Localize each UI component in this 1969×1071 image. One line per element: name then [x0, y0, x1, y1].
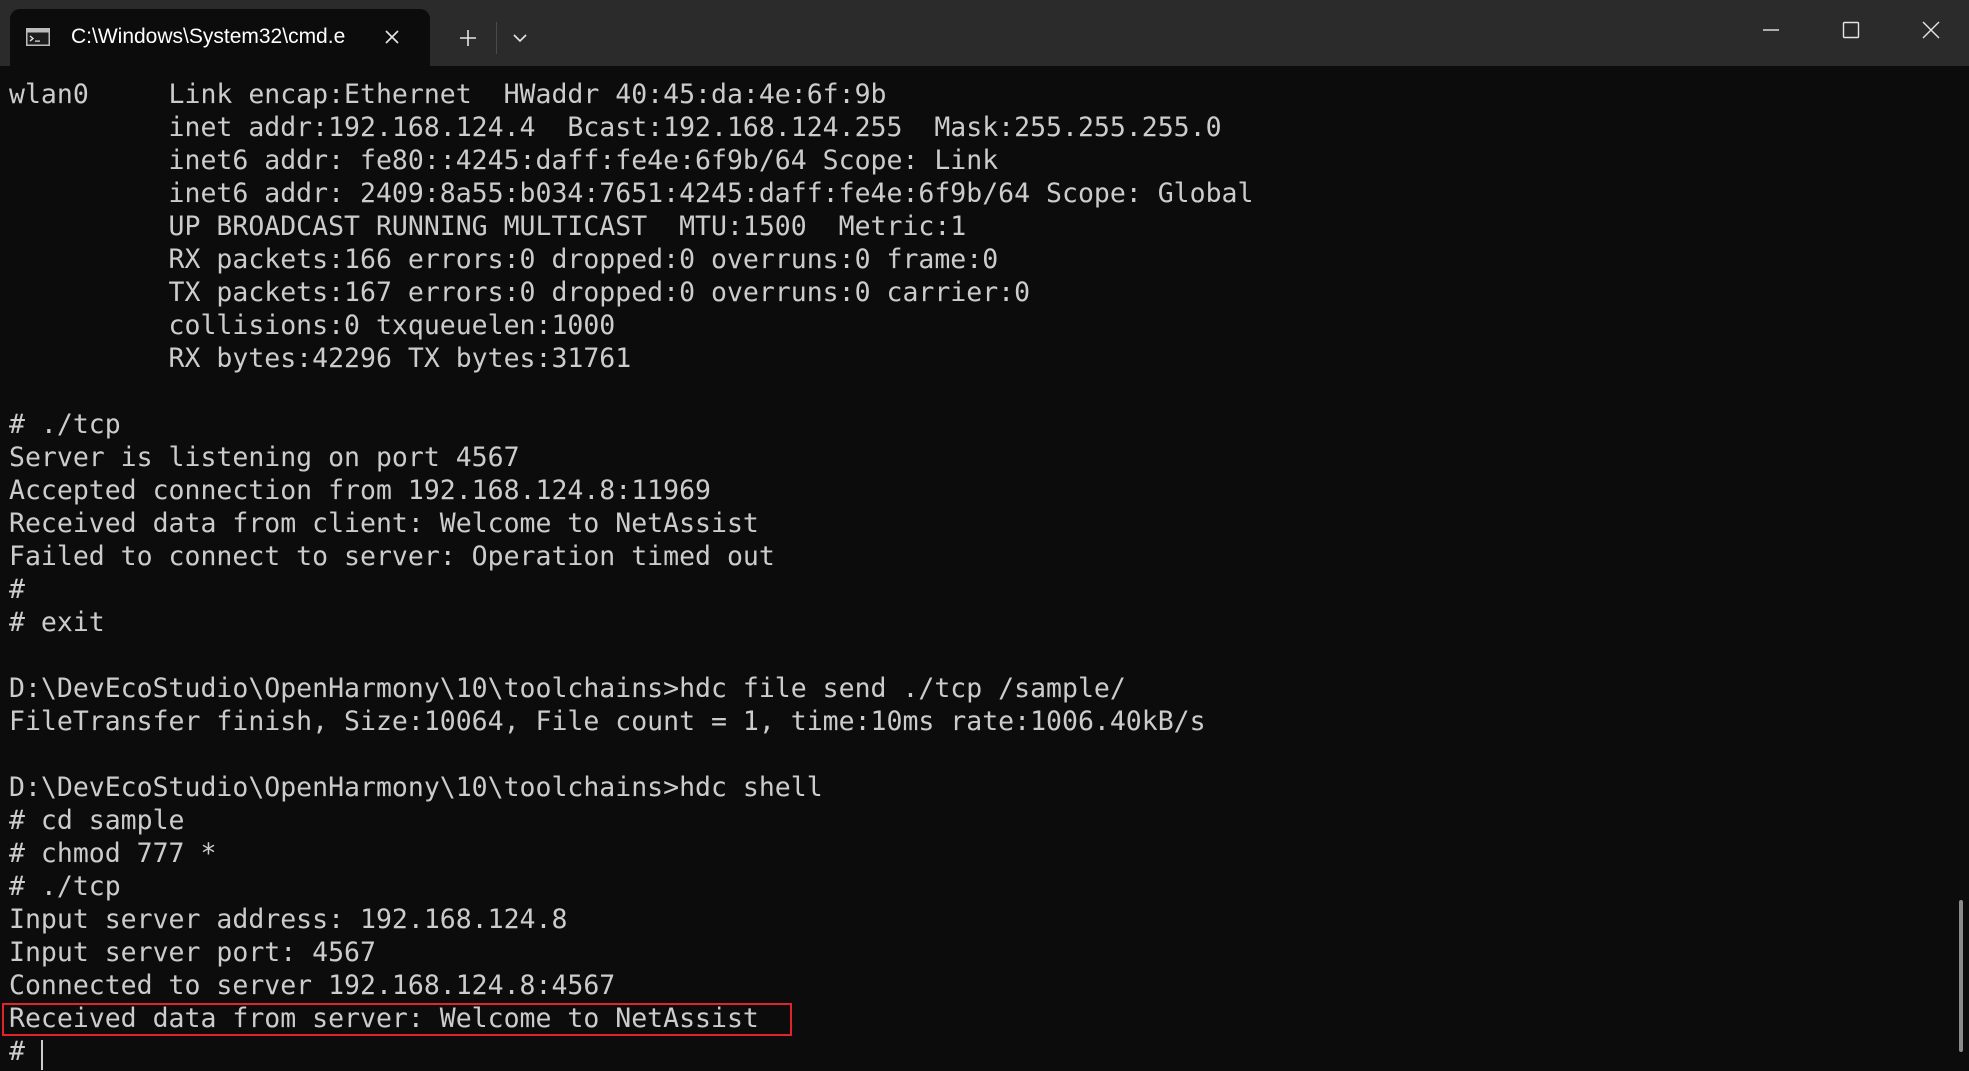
title-bar[interactable]: C:\Windows\System32\cmd.e: [0, 0, 1969, 66]
console-line: TX packets:167 errors:0 dropped:0 overru…: [9, 276, 1031, 308]
close-window-button[interactable]: [1891, 0, 1969, 60]
console-line: Server is listening on port 4567: [9, 441, 520, 473]
scrollbar-thumb[interactable]: [1959, 900, 1963, 1052]
console-line: Failed to connect to server: Operation t…: [9, 540, 775, 572]
console-line: collisions:0 txqueuelen:1000: [9, 309, 616, 341]
console-line: D:\DevEcoStudio\OpenHarmony\10\toolchain…: [9, 771, 823, 803]
console-line: #: [9, 1035, 41, 1067]
tab-cmd[interactable]: C:\Windows\System32\cmd.e: [10, 9, 430, 66]
text-cursor: [41, 1040, 43, 1070]
console-line: inet6 addr: fe80::4245:daff:fe4e:6f9b/64…: [9, 144, 999, 176]
console-output[interactable]: wlan0 Link encap:Ethernet HWaddr 40:45:d…: [0, 66, 1950, 1071]
console-line: wlan0 Link encap:Ethernet HWaddr 40:45:d…: [9, 78, 887, 110]
console-line: Received data from client: Welcome to Ne…: [9, 507, 759, 539]
console-line: UP BROADCAST RUNNING MULTICAST MTU:1500 …: [9, 210, 967, 242]
console-line: # ./tcp: [9, 870, 121, 902]
close-icon[interactable]: [380, 25, 404, 49]
maximize-icon: [1842, 21, 1860, 39]
console-line: inet6 addr: 2409:8a55:b034:7651:4245:daf…: [9, 177, 1254, 209]
minimize-button[interactable]: [1731, 0, 1811, 60]
maximize-button[interactable]: [1811, 0, 1891, 60]
terminal-window: C:\Windows\System32\cmd.e wlan0 Link enc…: [0, 0, 1969, 1071]
console-line: RX packets:166 errors:0 dropped:0 overru…: [9, 243, 999, 275]
console-line: Input server port: 4567: [9, 936, 376, 968]
console-line: FileTransfer finish, Size:10064, File co…: [9, 705, 1206, 737]
console-line: # chmod 777 *: [9, 837, 217, 869]
console-lines: wlan0 Link encap:Ethernet HWaddr 40:45:d…: [9, 78, 1253, 1068]
console-line: # cd sample: [9, 804, 185, 836]
console-line: # ./tcp: [9, 408, 121, 440]
tab-divider: [496, 22, 497, 54]
highlight-box: [2, 1003, 792, 1036]
console-line: inet addr:192.168.124.4 Bcast:192.168.12…: [9, 111, 1222, 143]
console-line: D:\DevEcoStudio\OpenHarmony\10\toolchain…: [9, 672, 1126, 704]
console-line: Connected to server 192.168.124.8:4567: [9, 969, 616, 1001]
minimize-icon: [1763, 29, 1779, 31]
close-icon: [1922, 21, 1940, 39]
console-line: # exit: [9, 606, 105, 638]
console-line: RX bytes:42296 TX bytes:31761: [9, 342, 632, 374]
terminal-icon: [26, 28, 50, 46]
chevron-down-icon[interactable]: [502, 20, 538, 56]
console-line: Input server address: 192.168.124.8: [9, 903, 568, 935]
console-line: Accepted connection from 192.168.124.8:1…: [9, 474, 711, 506]
console-line: #: [9, 573, 25, 605]
new-tab-button[interactable]: [448, 20, 488, 56]
tab-title: C:\Windows\System32\cmd.e: [71, 25, 346, 48]
